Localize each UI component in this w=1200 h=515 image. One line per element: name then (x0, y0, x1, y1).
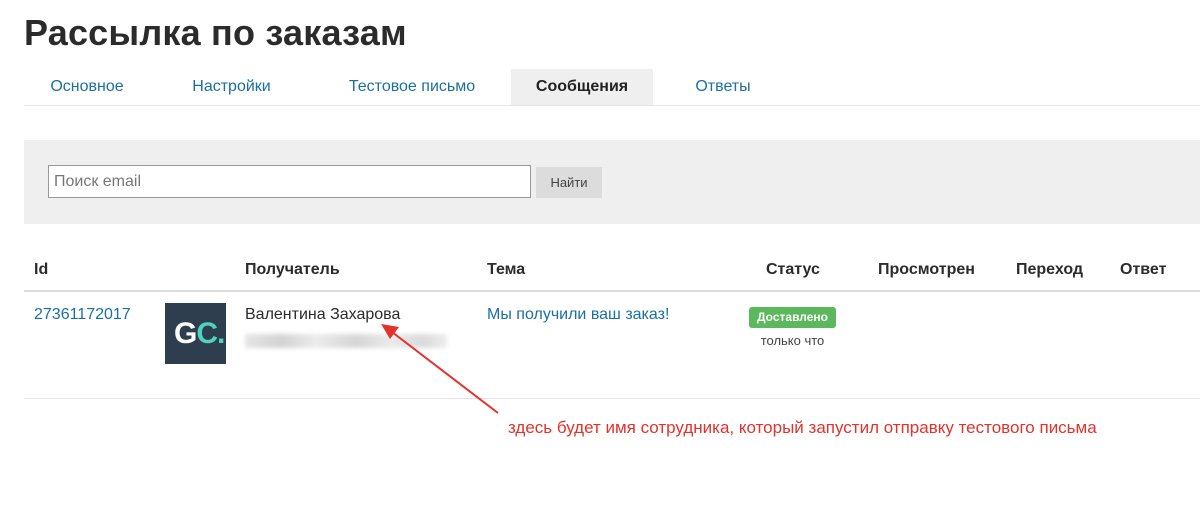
table-row-divider (24, 398, 1200, 399)
column-header-clicked[interactable]: Переход (1016, 261, 1083, 279)
status-time: только что (760, 333, 825, 348)
column-header-status[interactable]: Статус (766, 261, 820, 279)
column-header-replied[interactable]: Ответ (1120, 261, 1166, 279)
column-header-id[interactable]: Id (34, 261, 48, 279)
status-badge: Доставлено (749, 307, 836, 328)
column-header-recipient[interactable]: Получатель (245, 261, 340, 279)
search-panel: Найти (24, 140, 1200, 224)
search-button[interactable]: Найти (536, 167, 602, 198)
avatar: GC. (165, 303, 226, 364)
tab-bar: Основное Настройки Тестовое письмо Сообщ… (24, 69, 1200, 106)
column-header-viewed[interactable]: Просмотрен (878, 261, 975, 279)
column-header-subject[interactable]: Тема (487, 261, 525, 279)
tab-test-email[interactable]: Тестовое письмо (313, 69, 511, 105)
tab-replies[interactable]: Ответы (653, 69, 793, 105)
table-header-divider (24, 290, 1200, 292)
page-title: Рассылка по заказам (24, 12, 407, 53)
avatar-logo: GC. (174, 317, 225, 350)
search-email-input[interactable] (48, 165, 531, 198)
recipient-name: Валентина Захарова (245, 306, 401, 323)
annotation-text: здесь будет имя сотрудника, который запу… (508, 418, 1097, 437)
tab-messages[interactable]: Сообщения (511, 69, 653, 105)
message-id-link[interactable]: 27361172017 (34, 306, 131, 324)
subject-link[interactable]: Мы получили ваш заказ! (487, 306, 669, 324)
tab-main[interactable]: Основное (24, 69, 150, 105)
recipient-email-redacted (245, 334, 447, 348)
tab-settings[interactable]: Настройки (150, 69, 313, 105)
